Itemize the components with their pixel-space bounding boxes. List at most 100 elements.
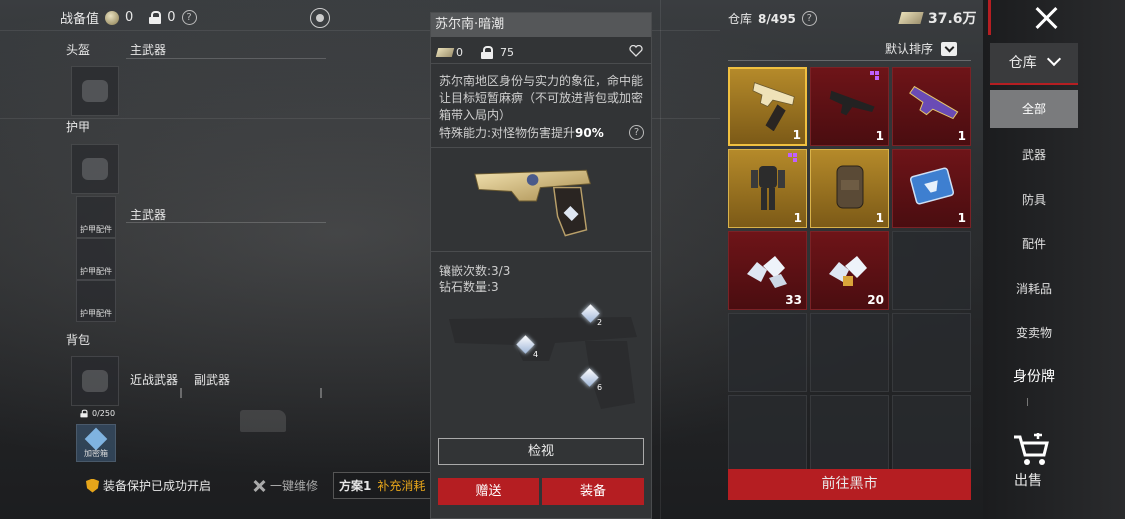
- bg-line: [660, 0, 661, 519]
- item-cell-id-card[interactable]: 1: [892, 149, 971, 228]
- money-display: 37.6万: [898, 8, 977, 28]
- sell-button[interactable]: 出售: [1014, 470, 1042, 490]
- item-cell-rifle[interactable]: 1: [810, 67, 889, 146]
- help-icon[interactable]: ?: [181, 10, 197, 25]
- diamond-socket-number: 6: [597, 383, 603, 392]
- empty-cell[interactable]: [810, 395, 889, 474]
- warehouse-grid: 1 1 1 1 1 1 33 20: [728, 67, 971, 474]
- lock-icon: [149, 11, 162, 24]
- inspect-button[interactable]: 检视: [438, 438, 644, 465]
- armor-accessory-label: 护甲配件: [80, 309, 112, 318]
- warehouse-capacity-value: 8/495: [758, 11, 796, 26]
- shopping-cart-icon[interactable]: [1012, 433, 1050, 467]
- diamond-socket-number: 2: [597, 318, 603, 327]
- item-cell-diamonds-locked[interactable]: 20: [810, 231, 889, 310]
- gift-button[interactable]: 赠送: [438, 478, 539, 505]
- armor-accessory-slot[interactable]: 护甲配件: [76, 238, 116, 280]
- cash-icon: [898, 12, 924, 24]
- restock-label[interactable]: 补充消耗: [377, 477, 425, 494]
- repair-all-label: 一键维修: [270, 479, 319, 493]
- item-cell-armor-suit[interactable]: 1: [728, 149, 807, 228]
- go-to-black-market-button[interactable]: 前往黑市: [728, 469, 971, 500]
- favorite-heart-icon[interactable]: [629, 45, 643, 57]
- category-armor[interactable]: 防具: [990, 191, 1078, 208]
- category-all[interactable]: 全部: [990, 90, 1078, 128]
- slot-divider: [180, 388, 182, 398]
- warehouse-label: 仓库: [728, 12, 753, 26]
- item-price: 0: [435, 46, 463, 59]
- item-price-value: 0: [456, 46, 463, 59]
- backpack-capacity-value: 0/250: [92, 409, 116, 418]
- loadout-plan-selector[interactable]: 方案1 补充消耗: [333, 472, 433, 499]
- lock-icon: [481, 46, 493, 59]
- backpack-capacity: 0/250: [78, 407, 115, 420]
- divider: [1027, 398, 1028, 406]
- armor-accessory-slot[interactable]: 护甲配件: [76, 280, 116, 322]
- secondary-weapon-label: 副武器: [194, 373, 231, 387]
- primary-weapon-1-label: 主武器: [130, 43, 167, 57]
- sort-dropdown[interactable]: 默认排序: [885, 40, 958, 57]
- wrench-icon: [252, 479, 266, 493]
- item-count: 1: [792, 128, 801, 142]
- backpack-label: 背包: [66, 333, 91, 347]
- sort-label: 默认排序: [885, 42, 934, 56]
- primary-weapon-2-slot[interactable]: [126, 222, 326, 223]
- empty-cell[interactable]: [728, 395, 807, 474]
- diamond-socket-number: 4: [533, 350, 539, 359]
- empty-cell[interactable]: [892, 395, 971, 474]
- lock-value: 0: [167, 10, 176, 25]
- purple-launcher-icon: [909, 85, 959, 120]
- melee-weapon-label: 近战武器: [130, 373, 179, 387]
- chevron-down-icon: [1047, 51, 1062, 67]
- backpack-icon: [836, 165, 864, 209]
- category-sellables[interactable]: 变卖物: [990, 324, 1078, 341]
- category-weapons[interactable]: 武器: [990, 146, 1078, 163]
- secure-case-icon: [84, 427, 108, 451]
- money-value: 37.6万: [928, 11, 977, 27]
- item-count: 1: [957, 129, 966, 143]
- repair-all-button[interactable]: 一键维修: [252, 477, 318, 494]
- empty-cell[interactable]: [892, 313, 971, 392]
- empty-cell[interactable]: [728, 313, 807, 392]
- divider: [431, 251, 651, 252]
- help-icon[interactable]: ?: [801, 11, 817, 26]
- accent-bar: [988, 0, 991, 35]
- item-weight-value: 75: [500, 46, 514, 59]
- category-consumables[interactable]: 消耗品: [990, 280, 1078, 297]
- item-cell-diamonds[interactable]: 33: [728, 231, 807, 310]
- divider: [431, 147, 651, 148]
- item-count: 1: [793, 211, 802, 225]
- gold-pistol-image: [474, 169, 591, 237]
- backpack-silhouette-icon: [82, 370, 108, 392]
- coin-icon: [105, 10, 120, 25]
- helmet-slot[interactable]: [71, 66, 119, 116]
- diamond-pile-icon: [747, 256, 787, 288]
- item-cell-backpack[interactable]: 1: [810, 149, 889, 228]
- empty-cell[interactable]: [892, 231, 971, 310]
- helmet-label: 头盔: [66, 43, 91, 57]
- coin-value: 0: [125, 10, 134, 25]
- backpack-slot[interactable]: [71, 356, 119, 406]
- item-cell-gold-pistol[interactable]: 1: [728, 67, 807, 146]
- help-icon[interactable]: ?: [629, 125, 644, 140]
- item-detail-panel: 苏尔南·暗潮 0 75 苏尔南地区身份与实力的象征，命中能让目标短暂麻痹（不可放…: [430, 12, 652, 519]
- category-id-tags[interactable]: 身份牌: [990, 366, 1078, 386]
- empty-cell[interactable]: [810, 313, 889, 392]
- special-ability-value: 90%: [575, 126, 604, 140]
- primary-weapon-1-slot[interactable]: [126, 58, 326, 59]
- armor-slot[interactable]: [71, 144, 119, 194]
- armor-accessory-slot[interactable]: 护甲配件: [76, 196, 116, 238]
- close-icon[interactable]: [1030, 2, 1062, 34]
- secure-case-slot[interactable]: 加密箱: [76, 424, 116, 462]
- warehouse-tab[interactable]: 仓库: [990, 43, 1078, 85]
- item-cell-purple-gun[interactable]: 1: [892, 67, 971, 146]
- category-attachments[interactable]: 配件: [990, 235, 1078, 252]
- equip-button[interactable]: 装备: [542, 478, 644, 505]
- inlay-count: 镶嵌次数:3/3: [439, 264, 511, 278]
- warehouse-tab-label: 仓库: [1008, 55, 1037, 71]
- pistol-silhouette-diagram: [449, 317, 637, 409]
- special-ability: 特殊能力:对怪物伤害提升90%: [439, 124, 604, 141]
- vest-silhouette-icon: [82, 158, 108, 180]
- item-weight: 75: [481, 46, 514, 59]
- visibility-toggle-icon[interactable]: [310, 8, 330, 28]
